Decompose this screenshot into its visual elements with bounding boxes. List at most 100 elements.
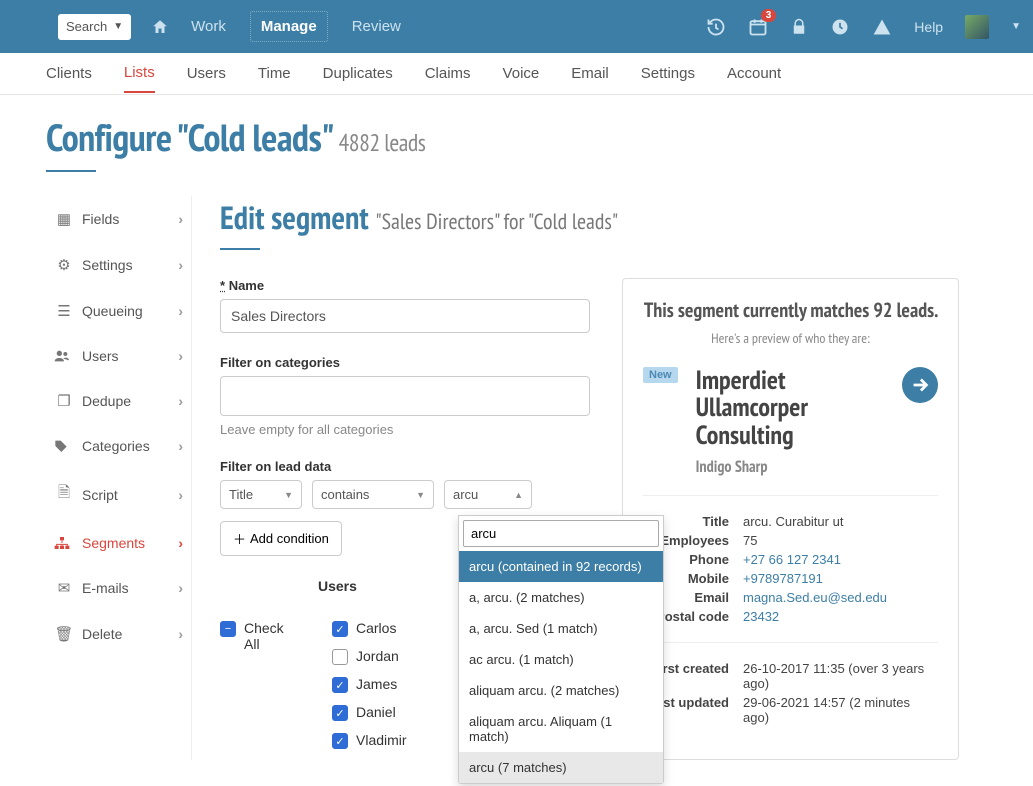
kv-value[interactable]: +9789787191 [743,571,938,586]
dropdown-option[interactable]: ac arcu. (1 match) [459,644,663,675]
sidebar: ▦Fields› ⚙Settings› ☰Queueing› Users› ❐D… [46,196,192,760]
editor: Edit segment "Sales Directors" for "Cold… [192,196,987,760]
subnav-email[interactable]: Email [571,55,609,92]
chevron-right-icon: › [178,303,183,319]
sidebar-item-dedupe[interactable]: ❐Dedupe› [46,378,191,424]
sidebar-item-emails[interactable]: ✉E-mails› [46,565,191,611]
divider [643,642,938,643]
sitemap-icon [54,536,74,550]
help-link[interactable]: Help [914,19,943,35]
subnav-duplicates[interactable]: Duplicates [323,55,393,92]
dropdown-search-input[interactable] [463,520,659,547]
preview-subheading: Here's a preview of who they are: [711,329,870,347]
sidebar-item-script[interactable]: 🗎Script› [46,468,191,521]
form-column: * Name Filter on categories Leave empty … [220,278,590,760]
check-all[interactable]: −Check All [220,620,284,652]
checkbox[interactable]: ✓ [332,621,348,637]
user-caret-icon[interactable]: ▼ [1011,21,1021,32]
user-name: Carlos [356,620,396,636]
sidebar-item-settings[interactable]: ⚙Settings› [46,242,191,288]
name-input[interactable] [220,299,590,333]
chevron-right-icon: › [178,487,183,503]
sidebar-item-label: Fields [82,211,119,227]
page-title: Configure "Cold leads" 4882 leads [46,113,987,162]
clock-icon[interactable] [830,17,850,37]
sidebar-item-delete[interactable]: 🗑Delete› [46,611,191,657]
dropdown-option[interactable]: a, arcu. (2 matches) [459,582,663,613]
field-select[interactable]: Title▼ [220,480,302,509]
kv-value[interactable]: +27 66 127 2341 [743,552,938,567]
users-list: ✓ Carlos Jordan ✓James ✓Daniel ✓Vladimir [332,620,407,760]
user-row[interactable]: Jordan [332,648,407,665]
subnav-time[interactable]: Time [258,55,291,92]
checkbox[interactable]: ✓ [332,733,348,749]
dropdown-option[interactable]: arcu (7 matches) [459,752,663,783]
field-select-value: Title [229,487,253,502]
name-label-text: Name [229,278,264,293]
nav-review[interactable]: Review [352,18,401,35]
lead-filter-field: Filter on lead data Title▼ contains▼ arc… [220,459,590,556]
nav-work[interactable]: Work [191,18,226,35]
user-row[interactable]: ✓James [332,676,407,693]
editor-row: * Name Filter on categories Leave empty … [220,278,959,760]
sidebar-item-categories[interactable]: Categories› [46,424,191,468]
user-row[interactable]: ✓ Carlos [332,620,407,637]
trash-icon: 🗑 [54,625,74,643]
operator-select-value: contains [321,487,369,502]
caret-down-icon: ▼ [113,21,123,32]
history-icon[interactable] [706,17,726,37]
sidebar-item-label: Users [82,348,119,364]
user-row[interactable]: ✓Daniel [332,704,407,721]
subnav-account[interactable]: Account [727,55,781,92]
topbar: Search ▼ Work Manage Review 3 Help ▼ [0,0,1033,53]
subnav-clients[interactable]: Clients [46,55,92,92]
operator-select[interactable]: contains▼ [312,480,434,509]
warning-icon[interactable] [872,17,892,37]
subnav: Clients Lists Users Time Duplicates Clai… [0,53,1033,95]
checkbox[interactable]: ✓ [332,677,348,693]
checkbox[interactable] [332,649,348,665]
kv-value[interactable]: 23432 [743,609,938,624]
subnav-users[interactable]: Users [187,55,226,92]
kv-employees: Employees75 [643,533,938,548]
tags-icon [54,439,74,453]
page-title-text: Configure "Cold leads" [46,113,331,162]
subnav-lists[interactable]: Lists [124,54,155,93]
add-condition-button[interactable]: ＋Add condition [220,521,342,556]
value-select[interactable]: arcu▲ [444,480,532,509]
nav-manage[interactable]: Manage [250,11,328,42]
subnav-voice[interactable]: Voice [503,55,540,92]
categories-input[interactable] [220,376,590,416]
sidebar-item-label: Dedupe [82,393,131,409]
kv-updated: Last updated29-06-2021 14:57 (2 minutes … [643,695,938,725]
dropdown-option[interactable]: aliquam arcu. (2 matches) [459,675,663,706]
checkbox-indeterminate[interactable]: − [220,621,236,637]
subnav-settings[interactable]: Settings [641,55,695,92]
sidebar-item-users[interactable]: Users› [46,334,191,378]
dropdown-option[interactable]: arcu (contained in 92 records) [459,551,663,582]
sidebar-item-label: Queueing [82,303,143,319]
sidebar-item-queueing[interactable]: ☰Queueing› [46,288,191,334]
notification-badge: 3 [761,9,777,22]
calendar-icon[interactable]: 3 [748,17,768,37]
content: ▦Fields› ⚙Settings› ☰Queueing› Users› ❐D… [46,196,987,760]
avatar[interactable] [965,15,989,39]
sidebar-item-fields[interactable]: ▦Fields› [46,196,191,242]
kv-mobile: Mobile+9789787191 [643,571,938,586]
categories-label: Filter on categories [220,355,590,370]
preview-heading: This segment currently matches 92 leads.… [643,297,938,349]
next-lead-button[interactable] [902,367,938,403]
kv-value[interactable]: magna.Sed.eu@sed.edu [743,590,938,605]
user-row[interactable]: ✓Vladimir [332,732,407,749]
subnav-claims[interactable]: Claims [425,55,471,92]
home-icon[interactable] [151,18,169,36]
checkbox[interactable]: ✓ [332,705,348,721]
dropdown-option[interactable]: aliquam arcu. Aliquam (1 match) [459,706,663,752]
kv-value: 29-06-2021 14:57 (2 minutes ago) [743,695,938,725]
dropdown-option[interactable]: a, arcu. Sed (1 match) [459,613,663,644]
search-dropdown[interactable]: Search ▼ [58,14,131,40]
lock-icon[interactable] [790,18,808,36]
sidebar-item-label: Settings [82,257,133,273]
sidebar-item-segments[interactable]: Segments› [46,521,191,565]
chevron-right-icon: › [178,626,183,642]
